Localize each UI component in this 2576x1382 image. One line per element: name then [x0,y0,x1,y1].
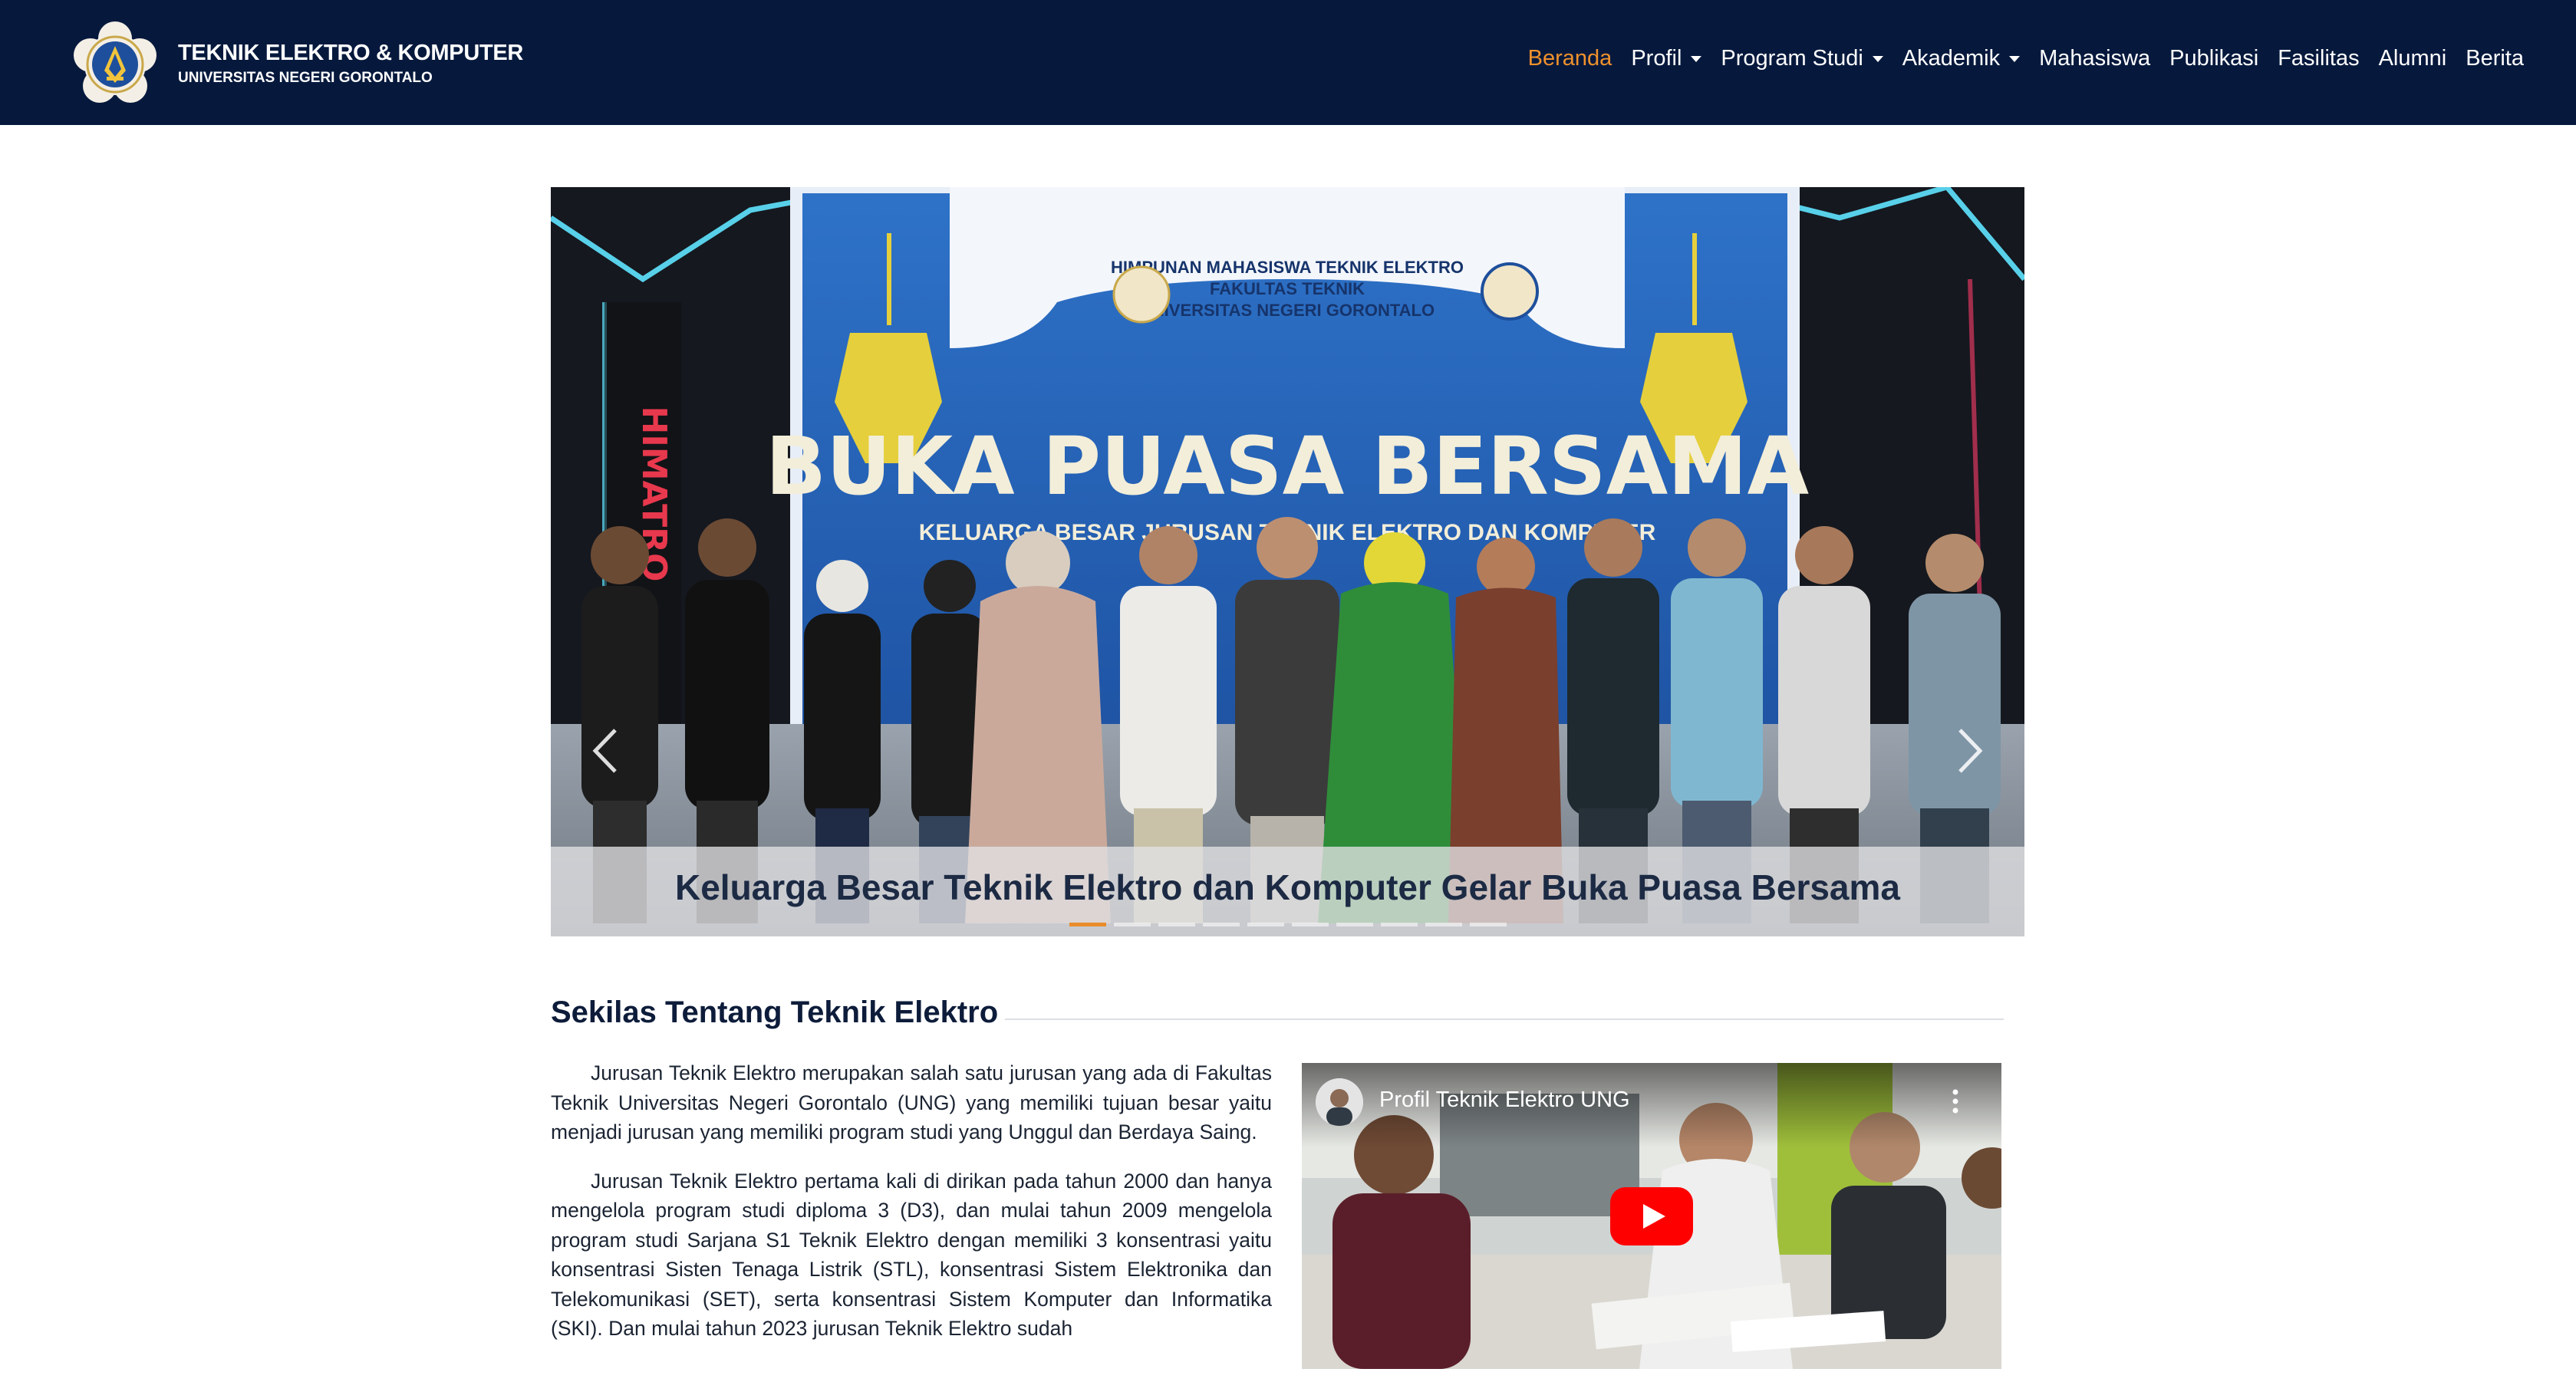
nav-akademik-dropdown[interactable]: Akademik [1902,46,2021,71]
nav-alumni[interactable]: Alumni [2379,46,2447,71]
caret-down-icon [1872,55,1883,62]
carousel-caption-bar: Keluarga Besar Teknik Elektro dan Komput… [551,847,2024,936]
carousel-indicator[interactable] [1380,923,1418,926]
banner-org-line1: HIMPUNAN MAHASISWA TEKNIK ELEKTRO [1111,258,1464,277]
brand-title: TEKNIK ELEKTRO & KOMPUTER [178,41,524,65]
channel-avatar[interactable] [1316,1078,1363,1126]
brand-subtitle: UNIVERSITAS NEGERI GORONTALO [178,70,433,86]
carousel-caption[interactable]: Keluarga Besar Teknik Elektro dan Komput… [551,867,2024,908]
carousel-indicator[interactable] [1469,923,1507,926]
nav-profil-label: Profil [1631,46,1682,71]
carousel-indicator[interactable] [1202,923,1240,926]
carousel-indicator[interactable] [1158,923,1195,926]
carousel-indicator[interactable] [1069,923,1106,926]
carousel-indicator[interactable] [1425,923,1462,926]
nav-akademik-label: Akademik [1902,46,2001,71]
youtube-play-icon[interactable] [1610,1187,1693,1245]
nav-beranda[interactable]: Beranda [1528,46,1612,71]
main-nav: Beranda Profil Program Studi Akademik Ma… [1509,46,2524,71]
nav-mahasiswa-label: Mahasiswa [2039,46,2151,71]
about-section-title: Sekilas Tentang Teknik Elektro [551,995,999,1029]
banner-org-line2: FAKULTAS TEKNIK [1210,279,1365,298]
about-paragraph-2: Jurusan Teknik Elektro pertama kali di d… [551,1169,1272,1341]
chevron-right-icon[interactable] [1942,716,1995,785]
youtube-video-embed[interactable]: Profil Teknik Elektro UNG [1302,1063,2001,1369]
nav-profil-dropdown[interactable]: Profil [1631,46,1702,71]
carousel-indicator[interactable] [1336,923,1373,926]
more-vertical-icon[interactable] [1952,1089,1958,1114]
nav-mahasiswa[interactable]: Mahasiswa [2039,46,2150,71]
caret-down-icon [1691,55,1702,62]
nav-berita-label: Berita [2466,46,2524,71]
hero-carousel[interactable]: HIMPUNAN MAHASISWA TEKNIK ELEKTRO FAKULT… [551,187,2024,936]
brand[interactable]: TEKNIK ELEKTRO & KOMPUTER UNIVERSITAS NE… [71,20,523,109]
nav-berita[interactable]: Berita [2466,46,2524,71]
slide-image: HIMPUNAN MAHASISWA TEKNIK ELEKTRO FAKULT… [551,187,2024,936]
nav-fasilitas[interactable]: Fasilitas [2278,46,2359,71]
caret-down-icon [2009,55,2021,62]
university-seal-logo [74,21,156,103]
carousel-indicators [551,923,2024,926]
carousel-indicator[interactable] [1291,923,1329,926]
nav-publikasi[interactable]: Publikasi [2169,46,2258,71]
section-divider [1005,1018,2004,1020]
nav-beranda-label: Beranda [1527,46,1612,71]
chevron-left-icon[interactable] [580,716,634,785]
carousel-indicator[interactable] [1247,923,1284,926]
carousel-indicator[interactable] [1113,923,1151,926]
banner-headline: BUKA PUASA BERSAMA [766,420,1809,513]
nav-fasilitas-label: Fasilitas [2278,46,2360,71]
nav-program-studi-label: Program Studi [1721,46,1863,71]
about-paragraph-1: Jurusan Teknik Elektro merupakan salah s… [551,1061,1272,1143]
top-navbar: TEKNIK ELEKTRO & KOMPUTER UNIVERSITAS NE… [0,0,2576,125]
nav-publikasi-label: Publikasi [2169,46,2259,71]
about-text: Jurusan Teknik Elektro merupakan salah s… [551,1058,1272,1363]
nav-alumni-label: Alumni [2378,46,2447,71]
banner-org-line3: UNIVERSITAS NEGERI GORONTALO [1140,301,1435,320]
nav-program-studi-dropdown[interactable]: Program Studi [1721,46,1883,71]
video-title[interactable]: Profil Teknik Elektro UNG [1379,1088,1630,1113]
